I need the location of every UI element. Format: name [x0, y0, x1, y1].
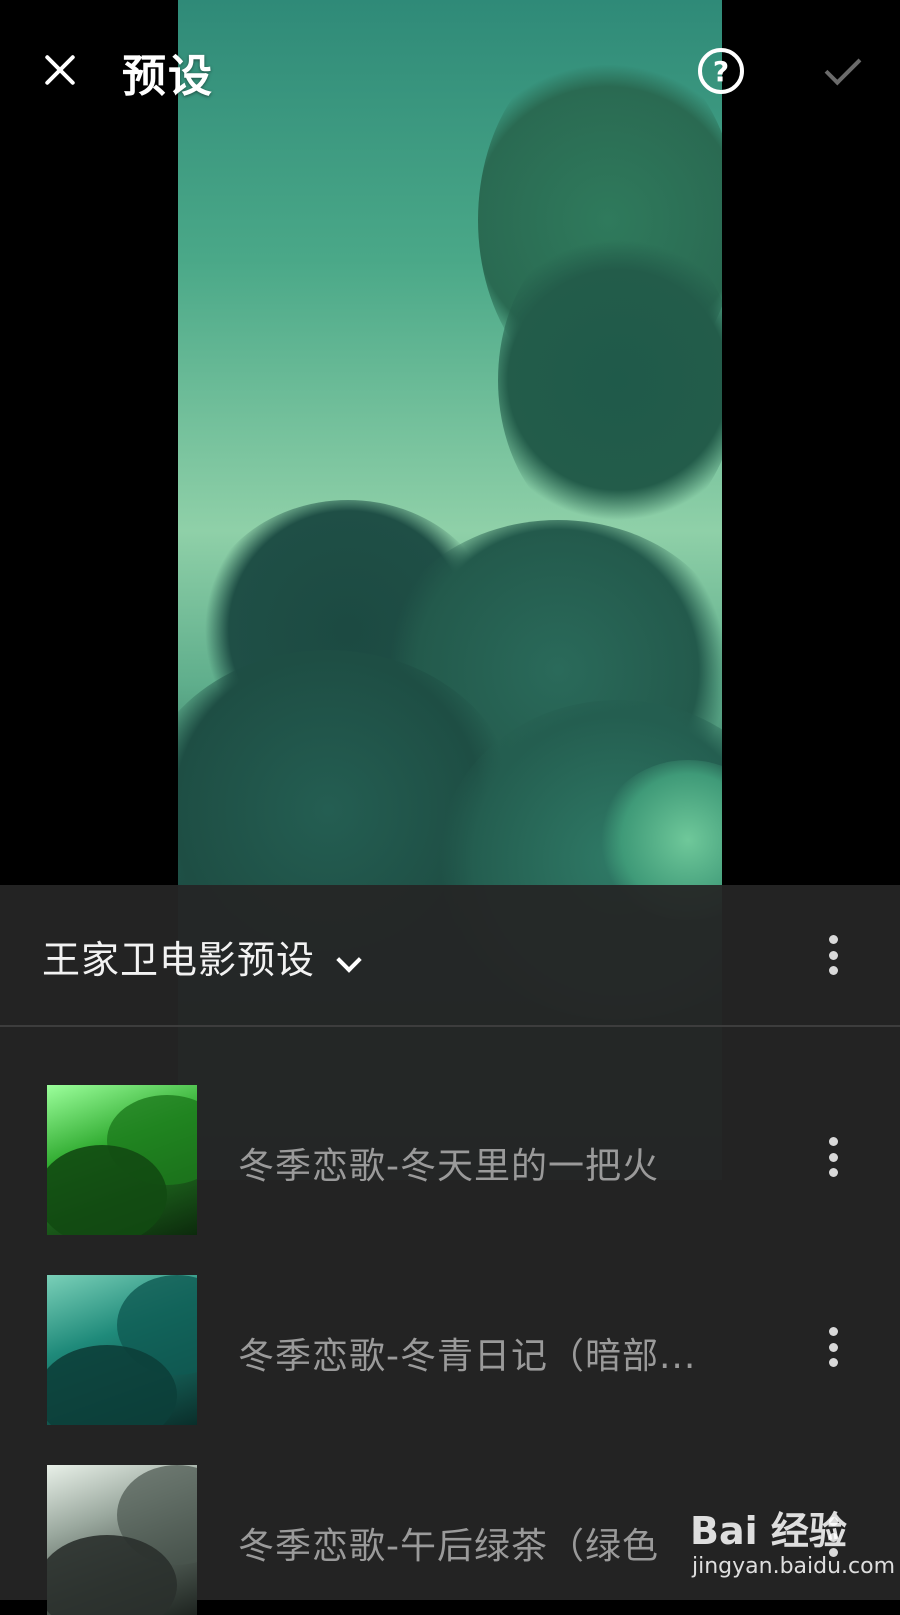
preset-label: 冬季恋歌-午后绿茶（绿色	[238, 1526, 659, 1567]
close-icon[interactable]	[36, 46, 84, 94]
preset-more-icon[interactable]	[828, 1137, 838, 1177]
folder-more-menu-icon[interactable]	[828, 935, 838, 975]
preset-thumbnail	[47, 1275, 197, 1425]
page-title: 预设	[122, 51, 214, 102]
chevron-down-icon[interactable]	[336, 947, 362, 973]
preset-label: 冬季恋歌-冬天里的一把火	[238, 1146, 659, 1187]
baidu-watermark: Bai 经验 jingyan.baidu.com	[690, 1500, 895, 1590]
watermark-url: jingyan.baidu.com	[692, 1554, 896, 1579]
preset-more-icon[interactable]	[828, 1327, 838, 1367]
preset-thumbnail	[47, 1465, 197, 1615]
confirm-check-icon[interactable]	[820, 50, 864, 90]
top-bar: 预设 ?	[0, 0, 900, 140]
preset-folder-header[interactable]: 王家卫电影预设	[0, 885, 900, 1027]
preset-label: 冬季恋歌-冬青日记（暗部...	[238, 1336, 697, 1377]
preset-item[interactable]: 冬季恋歌-冬青日记（暗部...	[0, 1275, 900, 1425]
help-icon[interactable]: ?	[698, 48, 744, 94]
preset-folder-title[interactable]: 王家卫电影预设	[42, 929, 315, 984]
preset-item[interactable]: 冬季恋歌-冬天里的一把火	[0, 1085, 900, 1235]
watermark-brand: Bai 经验	[690, 1509, 847, 1553]
presets-panel: 王家卫电影预设 冬季恋歌-冬天里的一把火 冬季恋歌-冬青日记（暗部... 冬季恋…	[0, 885, 900, 1615]
preset-thumbnail	[47, 1085, 197, 1235]
